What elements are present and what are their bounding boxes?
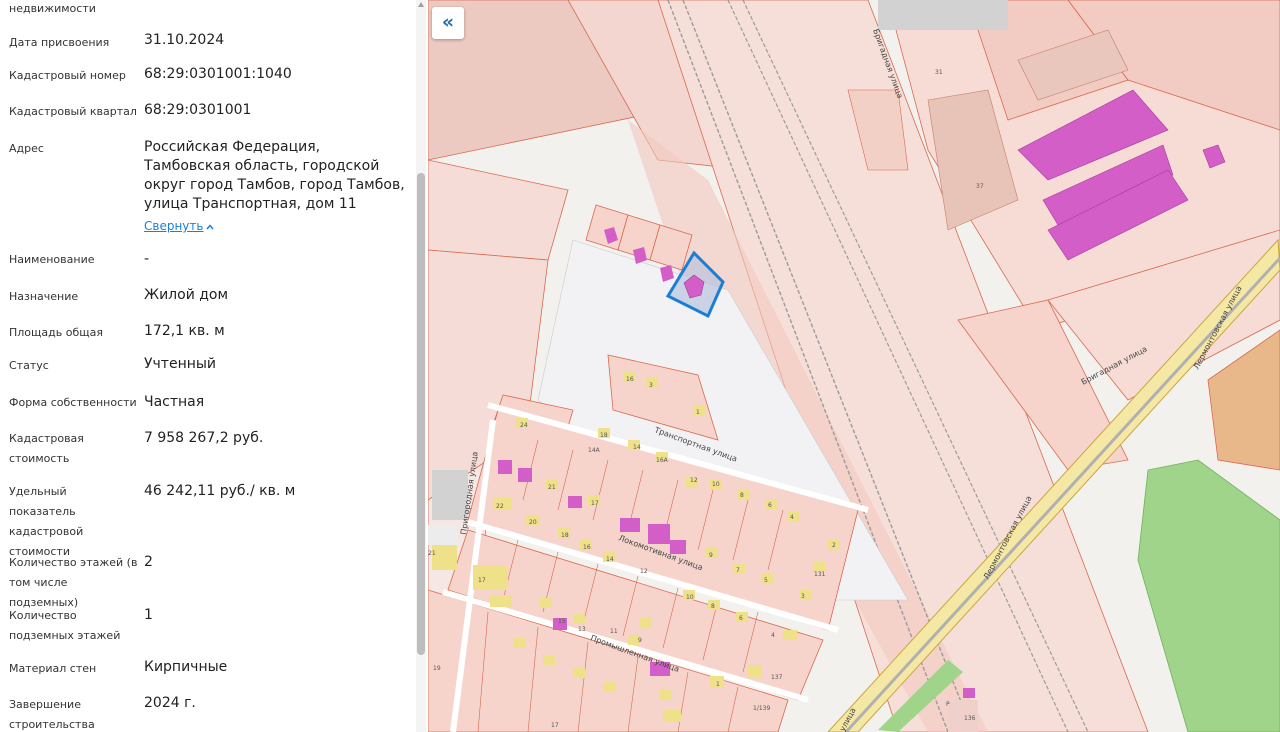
svg-text:14: 14	[606, 556, 614, 563]
map-canvas[interactable]: 16 3 1 18 14А 14 16А 21 17 12 10 8 6 4 2…	[428, 0, 1280, 732]
detail-label: недвижимости	[9, 2, 96, 15]
svg-text:8: 8	[711, 603, 715, 610]
svg-text:15: 15	[558, 618, 566, 625]
detail-label: Наименование	[9, 253, 95, 266]
detail-value: 172,1 кв. м	[144, 323, 225, 339]
svg-text:3: 3	[801, 593, 805, 600]
svg-text:37: 37	[976, 183, 984, 190]
svg-text:22: 22	[496, 503, 504, 510]
svg-text:3: 3	[649, 382, 653, 389]
svg-text:12: 12	[640, 568, 648, 575]
collapse-panel-button[interactable]: «	[432, 7, 464, 39]
detail-value: 31.10.2024	[144, 32, 225, 48]
svg-text:11: 11	[610, 628, 618, 635]
detail-label: Кадастровый номер	[9, 69, 126, 82]
svg-text:4: 4	[790, 514, 794, 521]
svg-text:14: 14	[633, 444, 641, 451]
detail-value: Частная	[144, 394, 205, 410]
svg-text:18: 18	[600, 432, 608, 439]
detail-label: Количество этажей (в том числе подземных…	[9, 556, 138, 609]
cadastral-map[interactable]: 16 3 1 18 14А 14 16А 21 17 12 10 8 6 4 2…	[428, 0, 1280, 732]
parcel-west[interactable]	[428, 159, 569, 261]
svg-text:16А: 16А	[656, 457, 669, 464]
detail-label: Адрес	[9, 142, 44, 155]
detail-value: 1	[144, 607, 153, 623]
scroll-up-arrow-icon[interactable]	[418, 2, 424, 7]
collapse-address-link[interactable]: Свернуть	[144, 219, 203, 233]
chevron-up-icon[interactable]	[206, 223, 214, 231]
svg-text:8: 8	[740, 492, 744, 499]
detail-label: Площадь общая	[9, 326, 103, 339]
svg-text:31: 31	[935, 69, 943, 76]
svg-text:19: 19	[433, 665, 441, 672]
svg-text:12: 12	[690, 477, 698, 484]
detail-value: 2024 г.	[144, 695, 196, 711]
svg-text:2: 2	[832, 542, 836, 549]
detail-value: Кирпичные	[144, 659, 228, 675]
info-panel: недвижимости Дата присвоения 31.10.2024 …	[0, 0, 428, 732]
detail-value[interactable]: 68:29:0301001	[144, 101, 404, 120]
svg-text:131: 131	[814, 571, 826, 578]
svg-text:4: 4	[771, 632, 775, 639]
detail-label: Количество подземных этажей	[9, 609, 121, 642]
svg-text:9: 9	[709, 552, 713, 559]
detail-value: -	[144, 251, 150, 267]
svg-text:1/139: 1/139	[753, 705, 770, 712]
detail-value[interactable]: 68:29:0301001:1040	[144, 65, 404, 84]
svg-text:7: 7	[736, 567, 740, 574]
detail-label: Материал стен	[9, 662, 97, 675]
svg-text:6: 6	[768, 502, 772, 509]
svg-text:1: 1	[716, 681, 720, 688]
detail-label: Дата присвоения	[9, 36, 110, 49]
svg-text:10: 10	[712, 481, 720, 488]
svg-text:20: 20	[529, 519, 537, 526]
svg-text:136: 136	[964, 715, 976, 722]
svg-text:5: 5	[764, 577, 768, 584]
svg-text:14А: 14А	[588, 447, 601, 454]
svg-text:17: 17	[551, 722, 559, 729]
svg-text:16: 16	[626, 376, 634, 383]
svg-text:Р: Р	[946, 701, 950, 708]
svg-text:24: 24	[520, 422, 528, 429]
svg-text:137: 137	[771, 674, 783, 681]
svg-text:6: 6	[739, 615, 743, 622]
svg-text:21: 21	[428, 550, 436, 557]
svg-text:16: 16	[583, 544, 591, 551]
detail-label: Статус	[9, 359, 49, 372]
detail-label: Завершение строительства	[9, 698, 95, 731]
double-chevron-left-icon[interactable]: «	[432, 11, 464, 33]
svg-text:10: 10	[686, 594, 694, 601]
svg-text:13: 13	[578, 626, 586, 633]
detail-label: Удельный показатель кадастровой стоимост…	[9, 485, 84, 558]
svg-text:18: 18	[561, 532, 569, 539]
svg-text:1: 1	[696, 409, 700, 416]
detail-value: 46 242,11 руб./ кв. м	[144, 483, 296, 499]
detail-label: Кадастровая стоимость	[9, 432, 84, 465]
detail-value: Жилой дом	[144, 287, 229, 303]
svg-text:9: 9	[638, 637, 642, 644]
detail-value: Учтенный	[144, 356, 217, 372]
green-zone	[1137, 459, 1280, 732]
detail-value: 7 958 267,2 руб.	[144, 430, 264, 446]
svg-text:17: 17	[478, 577, 486, 584]
detail-label: Кадастровый квартал	[9, 105, 137, 118]
detail-label: Назначение	[9, 290, 79, 303]
svg-text:21: 21	[548, 484, 556, 491]
panel-scrollbar-thumb[interactable]	[417, 173, 425, 655]
detail-value: Российская Федерация, Тамбовская область…	[144, 139, 405, 212]
svg-text:17: 17	[591, 500, 599, 507]
detail-value: 2	[144, 554, 153, 570]
building-grey-top	[878, 0, 1008, 30]
detail-label: Форма собственности	[9, 396, 137, 409]
